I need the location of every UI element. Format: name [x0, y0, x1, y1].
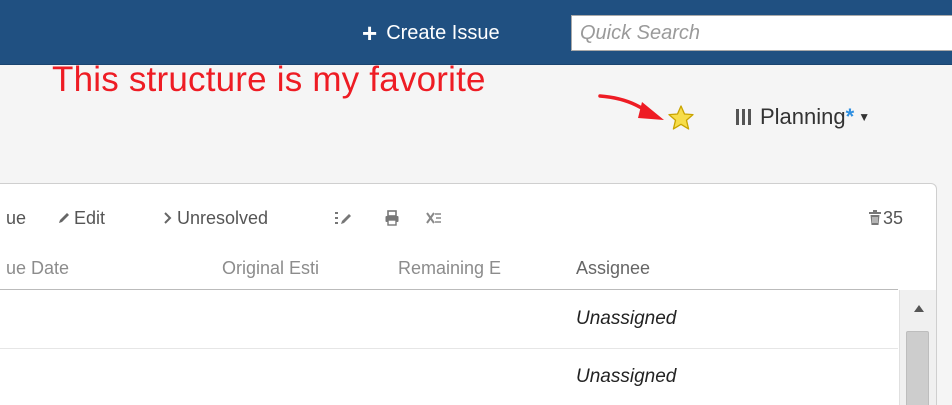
columns-icon: [736, 109, 751, 125]
trash-icon: [869, 210, 881, 225]
star-icon[interactable]: [667, 104, 695, 132]
edit-columns-button[interactable]: [334, 206, 354, 230]
header-divider: [0, 289, 898, 290]
scroll-up-button[interactable]: [900, 298, 937, 318]
vertical-scrollbar[interactable]: [899, 290, 936, 405]
assignee-cell[interactable]: Unassigned: [576, 308, 676, 330]
delete-count-button[interactable]: 35: [868, 206, 903, 230]
unresolved-filter-button[interactable]: Unresolved: [163, 206, 268, 230]
pencil-icon: [59, 213, 69, 223]
print-icon: [385, 210, 399, 226]
unresolved-filter-label: Unresolved: [177, 207, 269, 228]
annotation-arrow-icon: [598, 94, 664, 120]
toolbar-item-partial-label: ue: [6, 207, 27, 228]
quick-search-input[interactable]: [571, 15, 952, 51]
column-header-due-date[interactable]: ue Date: [6, 258, 196, 284]
structure-selector[interactable]: Planning * ▼: [736, 102, 870, 132]
assignee-cell[interactable]: Unassigned: [576, 366, 676, 388]
create-issue-label: Create Issue: [386, 21, 500, 44]
column-header-remaining-estimate[interactable]: Remaining E: [398, 258, 538, 284]
print-button[interactable]: [384, 206, 400, 230]
edit-columns-icon: [335, 212, 351, 224]
structure-panel: [0, 183, 937, 405]
export-excel-icon: [426, 212, 441, 224]
scroll-thumb[interactable]: [906, 331, 929, 405]
column-header-assignee[interactable]: Assignee: [576, 258, 756, 284]
modified-marker: *: [845, 104, 855, 129]
scroll-up-arrow-icon: [913, 304, 924, 312]
create-issue-button[interactable]: + Create Issue: [362, 18, 500, 48]
export-excel-button[interactable]: [425, 206, 443, 230]
delete-count-label: 35: [883, 207, 904, 228]
toolbar-item-partial[interactable]: ue: [6, 206, 26, 230]
caret-down-icon: ▼: [858, 110, 871, 124]
chevron-right-icon: [164, 212, 172, 224]
edit-button-label: Edit: [74, 207, 106, 228]
column-header-original-estimate[interactable]: Original Esti: [222, 258, 362, 284]
structure-name: Planning: [760, 104, 846, 129]
edit-button[interactable]: Edit: [57, 206, 105, 230]
top-navigation-bar: + Create Issue: [0, 0, 952, 65]
plus-icon: +: [362, 18, 378, 48]
annotation-text: This structure is my favorite: [52, 60, 486, 99]
row-divider: [0, 348, 898, 349]
